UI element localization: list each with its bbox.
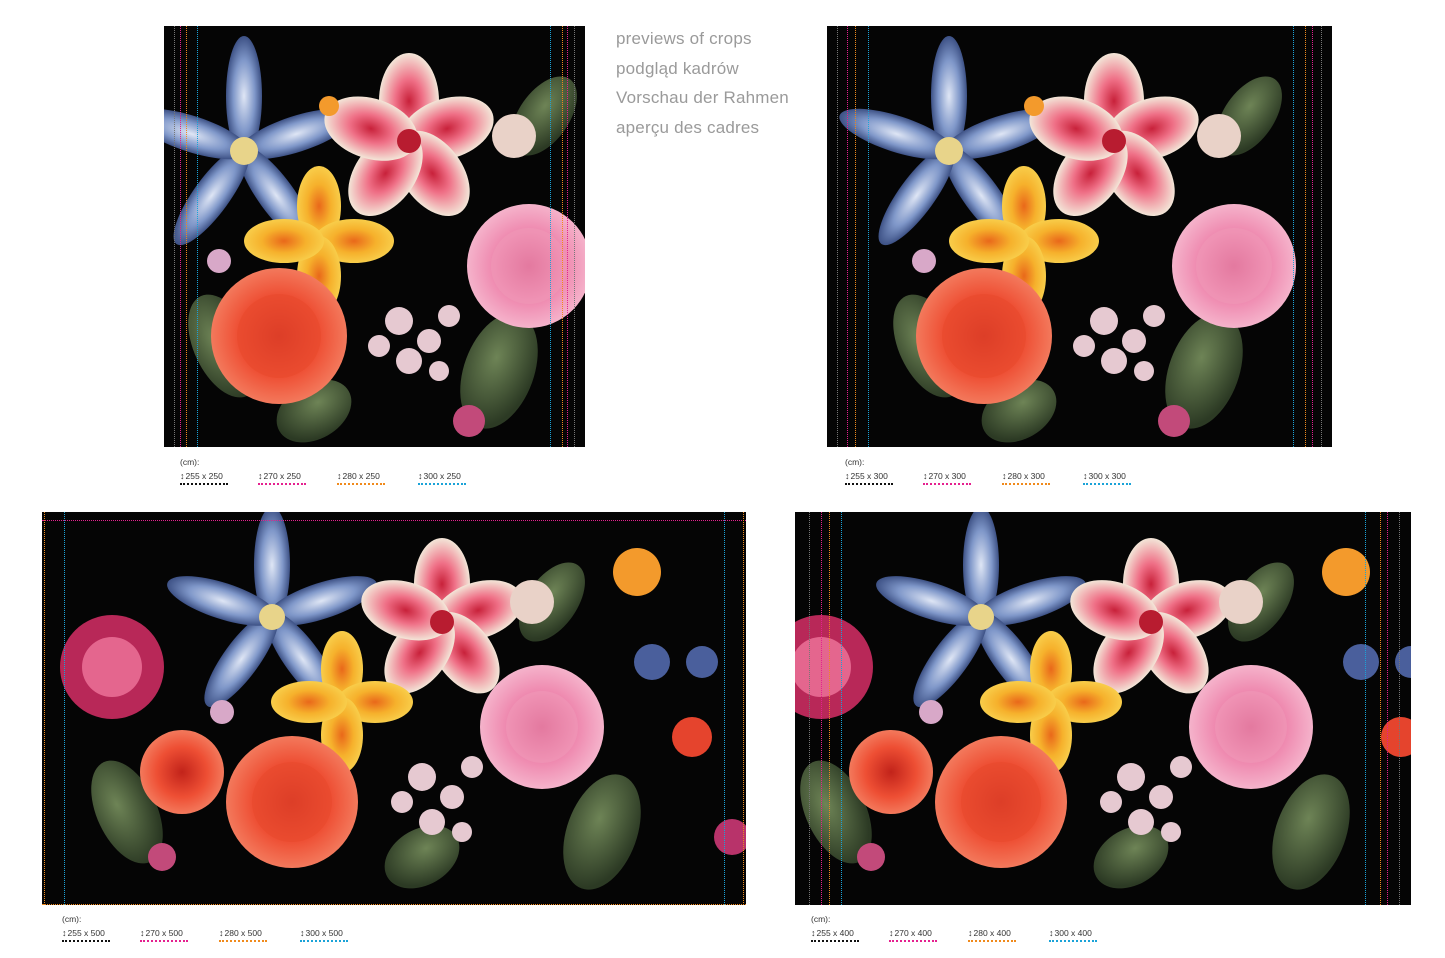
legend-item-280: ↕280 x 500 xyxy=(219,928,267,942)
floral-preview-300 xyxy=(827,26,1332,447)
crop-guide-black xyxy=(174,26,175,447)
legend-item-255: ↕255 x 500 xyxy=(62,928,110,942)
legend-item-280: ↕280 x 300 xyxy=(1002,471,1050,485)
legend-unit: (cm): xyxy=(62,914,82,924)
legend-item-255: ↕255 x 250 xyxy=(180,471,228,485)
crop-guide-blue xyxy=(868,26,869,447)
heading-line-en: previews of crops xyxy=(616,29,752,48)
legend-item-300: ↕300 x 300 xyxy=(1083,471,1131,485)
legend-item-300: ↕300 x 250 xyxy=(418,471,466,485)
heading-line-pl: podgląd kadrów xyxy=(616,58,739,78)
crop-guide-blue-right xyxy=(1293,26,1294,447)
crop-guide-black xyxy=(809,512,810,905)
heading-line-fr: aperçu des cadres xyxy=(616,117,760,137)
crop-guide-black-right xyxy=(1321,26,1322,447)
crop-guide-blue-right xyxy=(550,26,551,447)
floral-artwork-image xyxy=(834,26,1296,447)
legend-item-300: ↕300 x 400 xyxy=(1049,928,1097,942)
crop-guide-orange-right xyxy=(562,26,563,447)
crop-guide-blue xyxy=(841,512,842,905)
crop-guide-pink-right xyxy=(567,26,568,447)
crop-guide-pink xyxy=(821,512,822,905)
crop-guide-blue xyxy=(64,512,65,905)
crop-guide-orange xyxy=(829,512,830,905)
floral-artwork-image xyxy=(42,512,746,905)
crop-guide-orange-bottom xyxy=(42,904,746,905)
heading-line-de: Vorschau der Rahmen xyxy=(616,88,789,107)
crop-guide-orange-right xyxy=(743,512,744,905)
crop-legend-400: (cm): ↕255 x 400 ↕270 x 400 ↕280 x 400 ↕… xyxy=(811,914,1131,950)
crop-legend-250: (cm): ↕255 x 250 ↕270 x 250 ↕280 x 250 ↕… xyxy=(180,457,480,493)
crop-legend-300: (cm): ↕255 x 300 ↕270 x 300 ↕280 x 300 ↕… xyxy=(845,457,1145,493)
crop-guide-pink-top xyxy=(42,520,746,521)
floral-preview-400 xyxy=(795,512,1411,905)
legend-unit: (cm): xyxy=(180,457,200,467)
crop-guide-blue-right xyxy=(1365,512,1366,905)
crops-heading: previews of crops podgląd kadrów Vorscha… xyxy=(616,24,789,142)
crop-legend-500: (cm): ↕255 x 500 ↕270 x 500 ↕280 x 500 ↕… xyxy=(62,914,382,950)
crop-guide-pink xyxy=(180,26,181,447)
crop-guide-orange xyxy=(855,26,856,447)
crop-guide-blue xyxy=(197,26,198,447)
legend-item-270: ↕270 x 250 xyxy=(258,471,306,485)
crop-guide-black-right xyxy=(1399,512,1400,905)
legend-item-300: ↕300 x 500 xyxy=(300,928,348,942)
legend-unit: (cm): xyxy=(811,914,831,924)
crop-guide-black xyxy=(837,26,838,447)
crop-guide-orange-right xyxy=(1380,512,1381,905)
legend-item-255: ↕255 x 400 xyxy=(811,928,859,942)
legend-item-255: ↕255 x 300 xyxy=(845,471,893,485)
legend-item-270: ↕270 x 300 xyxy=(923,471,971,485)
crop-guide-pink-right xyxy=(1387,512,1388,905)
floral-artwork-image xyxy=(795,512,1411,905)
legend-item-270: ↕270 x 400 xyxy=(889,928,937,942)
legend-item-280: ↕280 x 250 xyxy=(337,471,385,485)
floral-preview-500 xyxy=(42,512,746,905)
floral-artwork-image xyxy=(164,26,585,447)
crop-guide-orange xyxy=(186,26,187,447)
crop-guide-pink-right xyxy=(1312,26,1313,447)
legend-item-280: ↕280 x 400 xyxy=(968,928,1016,942)
legend-unit: (cm): xyxy=(845,457,865,467)
crop-guide-black-right xyxy=(574,26,575,447)
crop-guide-pink xyxy=(847,26,848,447)
crop-guide-blue-right xyxy=(724,512,725,905)
crop-guide-orange-right xyxy=(1305,26,1306,447)
legend-item-270: ↕270 x 500 xyxy=(140,928,188,942)
floral-preview-250 xyxy=(164,26,585,447)
crop-guide-orange xyxy=(44,512,45,905)
